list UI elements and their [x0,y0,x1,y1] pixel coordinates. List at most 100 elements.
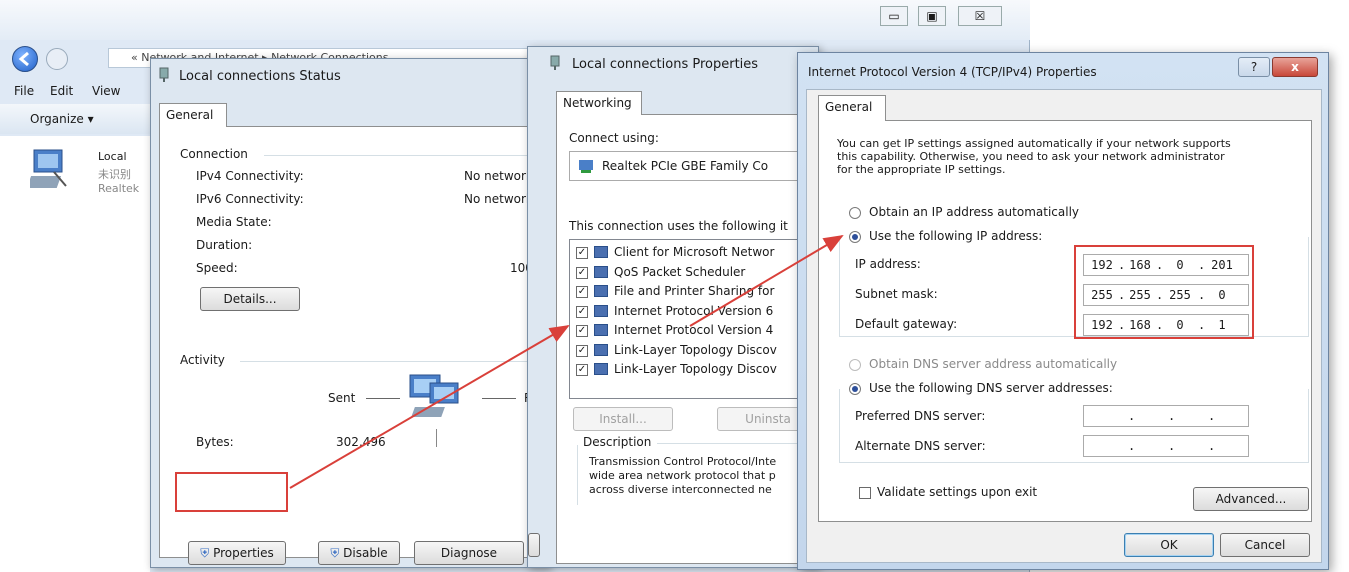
component-checkbox[interactable]: ✓ [576,266,588,279]
adapter-icon [579,160,593,173]
component-checkbox[interactable]: ✓ [576,286,588,298]
install-button[interactable]: Install... [573,407,673,431]
component-item[interactable]: ✓ Internet Protocol Version 6 [574,303,818,321]
component-item[interactable]: ✓ Internet Protocol Version 4 [574,322,818,340]
back-button[interactable] [12,46,38,72]
component-checkbox[interactable]: ✓ [576,305,588,318]
ipv4-dialog-title: Internet Protocol Version 4 (TCP/IPv4) P… [808,65,1097,79]
close-window-button[interactable]: ☒ [958,6,1002,26]
disable-button[interactable]: ⛨ Disable [318,541,400,565]
component-icon [594,343,608,356]
preferred-dns-label: Preferred DNS server: [855,409,986,423]
menu-edit[interactable]: Edit [50,84,73,98]
network-adapter-icon[interactable] [30,146,80,198]
items-list[interactable]: ✓ Client for Microsoft Networ ✓ QoS Packet … [569,239,819,399]
connection-item-status: 未识别 [98,168,131,181]
cancel-button[interactable]: Cancel [1220,533,1310,557]
tab-ipv4-general[interactable]: General [818,95,886,121]
radio-auto-dns[interactable] [849,359,861,371]
preferred-dns-input[interactable]: . . . [1083,405,1249,427]
connection-item-name[interactable]: Local [98,150,127,163]
subnet-mask-label: Subnet mask: [855,287,938,301]
component-icon [594,285,608,297]
adapter-field: Realtek PCIe GBE Family Co [569,151,819,181]
component-item[interactable]: ✓ Client for Microsoft Networ [574,244,818,262]
adapter-name: Realtek PCIe GBE Family Co [602,159,769,173]
explorer-titlebar [0,0,1030,40]
tab-networking[interactable]: Networking [556,91,642,115]
shield-icon: ⛨ [200,546,210,560]
duration-label: Duration: [196,238,253,252]
tab-general[interactable]: General [159,103,227,127]
ipv6-connectivity-label: IPv6 Connectivity: [196,192,304,206]
validate-checkbox[interactable] [859,487,871,499]
ipv4-connectivity-value: No network [464,169,533,183]
help-icon: ? [1250,60,1258,74]
component-label: Link-Layer Topology Discov [614,342,777,357]
close-icon: ☒ [974,9,986,23]
shield-icon: ⛨ [330,546,340,560]
dialog-close-button[interactable]: x [1272,57,1318,77]
component-item[interactable]: ✓ File and Printer Sharing for [574,283,818,301]
component-icon [594,363,608,375]
maximize-button[interactable]: ▣ [918,6,946,26]
minimize-button[interactable]: ▭ [880,6,908,26]
ipv6-connectivity-value: No network [464,192,533,206]
properties-ok-button-partial[interactable] [528,533,540,557]
back-arrow-icon [18,51,29,67]
component-checkbox[interactable]: ✓ [576,247,588,259]
component-label: Link-Layer Topology Discov [614,362,777,376]
alternate-dns-label: Alternate DNS server: [855,439,986,453]
alternate-dns-input[interactable]: . . . [1083,435,1249,457]
component-checkbox[interactable]: ✓ [576,325,588,337]
help-button[interactable]: ? [1238,57,1270,77]
component-checkbox[interactable]: ✓ [576,364,588,376]
details-button[interactable]: Details... [200,287,300,311]
radio-auto-dns-label: Obtain DNS server address automatically [869,357,1118,371]
items-label: This connection uses the following it [569,219,788,233]
explorer-file-pane [0,136,150,572]
advanced-button[interactable]: Advanced... [1193,487,1309,511]
connect-using-label: Connect using: [569,131,659,145]
properties-dialog: Local connections Properties Networking … [527,46,819,568]
ip-address-label: IP address: [855,257,921,271]
component-checkbox[interactable]: ✓ [576,344,588,357]
network-status-icon [159,67,169,82]
description-line-2: wide area network protocol that p [589,469,776,482]
status-dialog-title: Local connections Status [179,69,341,84]
activity-group-title: Activity [180,353,225,367]
component-label: Internet Protocol Version 6 [614,303,774,318]
minimize-icon: ▭ [888,9,900,23]
description-line-1: Transmission Control Protocol/Inte [589,455,777,468]
radio-auto-ip[interactable] [849,207,861,219]
info-line-1: You can get IP settings assigned automat… [837,137,1231,150]
menu-view[interactable]: View [92,84,120,98]
networking-panel: Connect using: Realtek PCIe GBE Family C… [556,114,819,564]
radio-auto-ip-label: Obtain an IP address automatically [869,205,1080,219]
forward-button[interactable] [46,48,68,70]
properties-button-label: Properties [213,546,274,560]
close-icon: x [1291,60,1299,74]
info-line-2: this capability. Otherwise, you need to … [837,150,1225,163]
component-icon [594,304,608,317]
sent-label: Sent [328,391,356,405]
component-icon [594,265,608,278]
properties-button[interactable]: ⛨ Properties [188,541,286,565]
bytes-divider [436,429,437,447]
organize-button[interactable]: Organize ▾ [30,112,94,126]
tab-networking-label: Networking [563,96,632,110]
default-gateway-label: Default gateway: [855,317,958,331]
component-item[interactable]: ✓ QoS Packet Scheduler [574,264,818,282]
maximize-icon: ▣ [926,9,938,23]
speed-label: Speed: [196,261,238,275]
connection-group-title: Connection [180,147,248,161]
ipv4-connectivity-label: IPv4 Connectivity: [196,169,304,183]
component-item[interactable]: ✓ Link-Layer Topology Discov [574,342,818,360]
menu-file[interactable]: File [14,84,34,98]
component-label: Internet Protocol Version 4 [614,323,774,337]
sent-line [366,398,400,399]
activity-computers-icon [409,374,459,417]
ok-button[interactable]: OK [1124,533,1214,557]
component-item[interactable]: ✓ Link-Layer Topology Discov [574,361,818,379]
diagnose-button[interactable]: Diagnose [414,541,524,565]
